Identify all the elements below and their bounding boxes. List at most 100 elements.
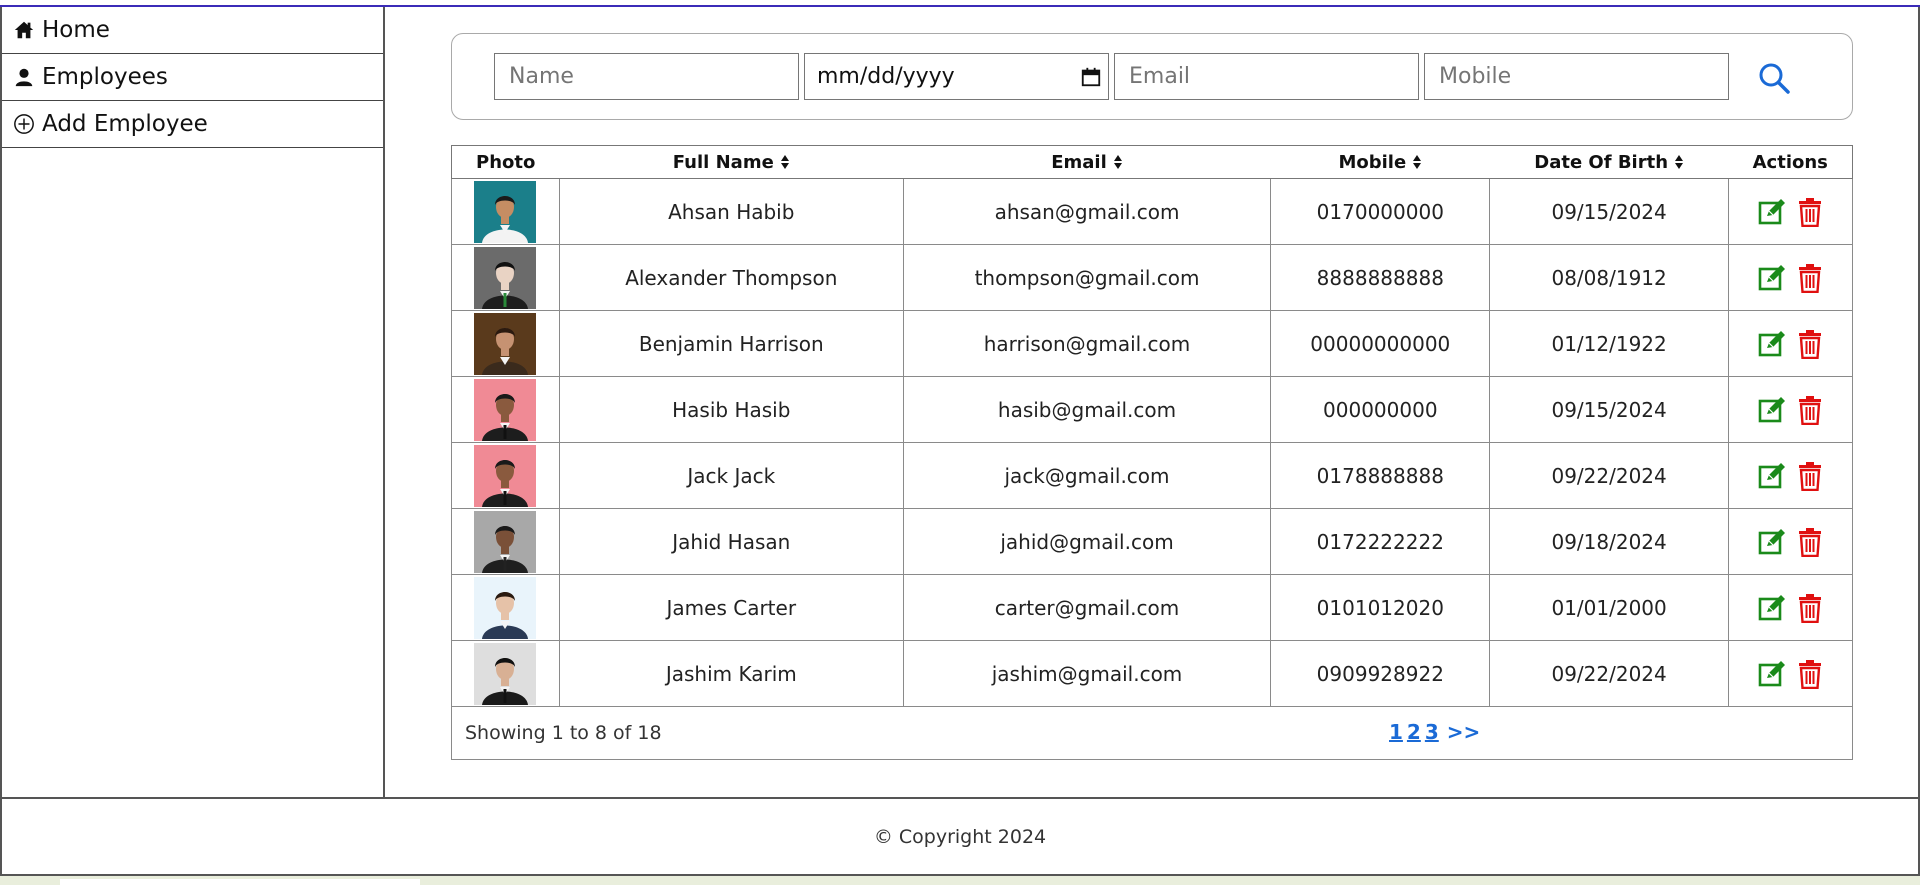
column-header-full-name[interactable]: Full Name <box>559 145 904 179</box>
table-footer: Showing 1 to 8 of 18 1 2 3 >> <box>451 707 1853 760</box>
sort-icon[interactable] <box>780 154 790 170</box>
email-cell: carter@gmail.com <box>902 574 1272 641</box>
search-icon[interactable] <box>1757 61 1791 95</box>
delete-icon[interactable] <box>1795 395 1825 425</box>
mobile-cell: 0909928922 <box>1270 640 1491 707</box>
delete-icon[interactable] <box>1795 593 1825 623</box>
full-name-cell: Benjamin Harrison <box>558 310 904 377</box>
full-name-cell: Jashim Karim <box>558 640 904 707</box>
full-name-cell: Alexander Thompson <box>558 244 904 311</box>
next-page-link[interactable]: >> <box>1447 720 1481 744</box>
dob-cell: 09/22/2024 <box>1489 640 1730 707</box>
employee-photo <box>474 444 537 507</box>
email-cell: ahsan@gmail.com <box>902 178 1272 245</box>
sort-icon[interactable] <box>1674 154 1684 170</box>
column-header-dob[interactable]: Date Of Birth <box>1489 145 1729 179</box>
sort-icon[interactable] <box>1113 154 1123 170</box>
mobile-search-input[interactable] <box>1437 63 1728 90</box>
delete-icon[interactable] <box>1795 527 1825 557</box>
email-cell: hasib@gmail.com <box>902 376 1272 443</box>
edit-icon[interactable] <box>1757 527 1787 557</box>
column-header-actions: Actions <box>1728 145 1853 179</box>
delete-icon[interactable] <box>1795 659 1825 689</box>
photo-cell <box>451 442 560 509</box>
dob-cell: 09/15/2024 <box>1489 178 1730 245</box>
email-cell: harrison@gmail.com <box>902 310 1272 377</box>
pagination: 1 2 3 >> <box>1389 720 1484 744</box>
table-row: Jahid Hasan jahid@gmail.com 0172222222 0… <box>451 508 1853 575</box>
mobile-cell: 000000000 <box>1270 376 1491 443</box>
table-row: James Carter carter@gmail.com 0101012020… <box>451 574 1853 641</box>
table-row: Ahsan Habib ahsan@gmail.com 0170000000 0… <box>451 178 1853 245</box>
sidebar-item-label: Home <box>42 17 110 43</box>
table-row: Hasib Hasib hasib@gmail.com 000000000 09… <box>451 376 1853 443</box>
email-search-field[interactable] <box>1114 53 1419 100</box>
sidebar-item-add-employee[interactable]: Add Employee <box>2 101 383 148</box>
mobile-cell: 0101012020 <box>1270 574 1491 641</box>
table-header-row: Photo Full Name Email Mobile Date Of Bir… <box>451 145 1853 179</box>
employee-photo <box>474 180 537 243</box>
dob-cell: 01/01/2000 <box>1489 574 1730 641</box>
mobile-cell: 8888888888 <box>1270 244 1491 311</box>
top-bar <box>0 0 1920 7</box>
full-name-cell: Jahid Hasan <box>558 508 904 575</box>
edit-icon[interactable] <box>1757 263 1787 293</box>
mobile-cell: 00000000000 <box>1270 310 1491 377</box>
sidebar: Home Employees Add Employee <box>0 7 385 797</box>
delete-icon[interactable] <box>1795 461 1825 491</box>
dob-cell: 08/08/1912 <box>1489 244 1730 311</box>
edit-icon[interactable] <box>1757 461 1787 491</box>
email-cell: jack@gmail.com <box>902 442 1272 509</box>
edit-icon[interactable] <box>1757 197 1787 227</box>
photo-cell <box>451 310 560 377</box>
edit-icon[interactable] <box>1757 329 1787 359</box>
name-search-field[interactable] <box>494 53 799 100</box>
edit-icon[interactable] <box>1757 593 1787 623</box>
plus-circle-icon <box>14 114 34 134</box>
bottom-strip <box>0 876 1920 885</box>
column-header-photo: Photo <box>451 145 560 179</box>
page-link-1[interactable]: 1 <box>1389 720 1403 744</box>
dob-cell: 09/15/2024 <box>1489 376 1730 443</box>
employee-photo <box>474 576 537 639</box>
page-link-3[interactable]: 3 <box>1425 720 1439 744</box>
employees-table: Photo Full Name Email Mobile Date Of Bir… <box>451 145 1853 707</box>
calendar-icon[interactable] <box>1080 66 1102 88</box>
email-search-input[interactable] <box>1127 63 1418 90</box>
photo-cell <box>451 574 560 641</box>
photo-cell <box>451 508 560 575</box>
sidebar-item-employees[interactable]: Employees <box>2 54 383 101</box>
actions-cell <box>1728 508 1853 575</box>
email-cell: thompson@gmail.com <box>902 244 1272 311</box>
page-footer: © Copyright 2024 <box>0 797 1920 876</box>
page-link-2[interactable]: 2 <box>1407 720 1421 744</box>
photo-cell <box>451 244 560 311</box>
copyright-text: © Copyright 2024 <box>873 825 1047 848</box>
employee-photo <box>474 312 537 375</box>
mobile-search-field[interactable] <box>1424 53 1729 100</box>
dob-cell: 09/18/2024 <box>1489 508 1730 575</box>
dob-search-field[interactable]: mm/dd/yyyy <box>804 53 1109 100</box>
edit-icon[interactable] <box>1757 395 1787 425</box>
sidebar-item-home[interactable]: Home <box>2 7 383 54</box>
mobile-cell: 0170000000 <box>1270 178 1491 245</box>
delete-icon[interactable] <box>1795 263 1825 293</box>
email-cell: jahid@gmail.com <box>902 508 1272 575</box>
full-name-cell: Hasib Hasib <box>558 376 904 443</box>
edit-icon[interactable] <box>1757 659 1787 689</box>
delete-icon[interactable] <box>1795 197 1825 227</box>
column-header-mobile[interactable]: Mobile <box>1270 145 1490 179</box>
table-row: Alexander Thompson thompson@gmail.com 88… <box>451 244 1853 311</box>
actions-cell <box>1728 310 1853 377</box>
email-cell: jashim@gmail.com <box>902 640 1272 707</box>
full-name-cell: Ahsan Habib <box>558 178 904 245</box>
name-search-input[interactable] <box>507 63 798 90</box>
employee-photo <box>474 246 537 309</box>
sort-icon[interactable] <box>1412 154 1422 170</box>
column-header-email[interactable]: Email <box>903 145 1271 179</box>
actions-cell <box>1728 244 1853 311</box>
actions-cell <box>1728 640 1853 707</box>
actions-cell <box>1728 376 1853 443</box>
delete-icon[interactable] <box>1795 329 1825 359</box>
actions-cell <box>1728 574 1853 641</box>
